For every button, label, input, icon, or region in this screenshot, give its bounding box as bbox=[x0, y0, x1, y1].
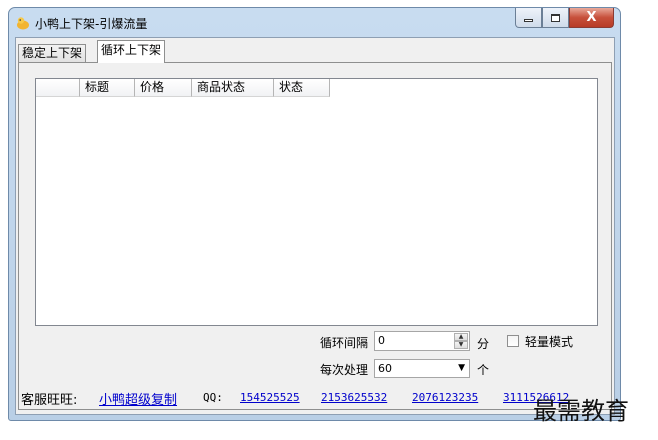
app-window: 小鸭上下架-引爆流量 X 稳定上下架 循环上下架 标题 价格 商品状态 状态 循… bbox=[8, 7, 621, 421]
interval-spinner[interactable]: 0 ▲ ▼ bbox=[374, 331, 470, 351]
interval-value[interactable]: 0 bbox=[378, 334, 385, 347]
spin-down-icon[interactable]: ▼ bbox=[454, 341, 468, 349]
column-header-title[interactable]: 标题 bbox=[80, 79, 135, 97]
tab-stable-listing[interactable]: 稳定上下架 bbox=[18, 44, 87, 62]
light-mode-checkbox[interactable] bbox=[507, 335, 519, 347]
title-bar[interactable]: 小鸭上下架-引爆流量 X bbox=[9, 8, 620, 36]
qq-link-1[interactable]: 154525525 bbox=[240, 391, 300, 404]
window-title: 小鸭上下架-引爆流量 bbox=[35, 17, 148, 31]
dropdown-arrow-icon[interactable]: ▼ bbox=[458, 363, 465, 373]
product-list[interactable]: 标题 价格 商品状态 状态 bbox=[35, 78, 598, 326]
client-area: 稳定上下架 循环上下架 标题 价格 商品状态 状态 循环间隔 0 ▲ ▼ 分 轻… bbox=[15, 37, 615, 415]
column-header-status[interactable]: 状态 bbox=[274, 79, 330, 97]
spinner-arrows: ▲ ▼ bbox=[454, 333, 468, 349]
qq-link-3[interactable]: 2076123235 bbox=[412, 391, 478, 404]
batch-label: 每次处理 bbox=[320, 363, 369, 377]
maximize-button[interactable] bbox=[542, 8, 569, 28]
interval-label: 循环间隔 bbox=[320, 336, 369, 350]
minimize-button[interactable] bbox=[515, 8, 542, 28]
batch-unit: 个 bbox=[477, 363, 490, 377]
batch-size-select[interactable]: 60 ▼ bbox=[374, 359, 470, 378]
minimize-icon bbox=[524, 19, 533, 22]
close-button[interactable]: X bbox=[569, 8, 614, 28]
qq-label: QQ: bbox=[203, 391, 223, 404]
close-icon: X bbox=[586, 10, 597, 25]
spin-up-icon[interactable]: ▲ bbox=[454, 333, 468, 341]
tab-cyclic-listing[interactable]: 循环上下架 bbox=[97, 40, 166, 63]
tab-panel-cyclic: 标题 价格 商品状态 状态 循环间隔 0 ▲ ▼ 分 轻量模式 每次处理 60 bbox=[18, 62, 612, 410]
interval-unit: 分 bbox=[477, 337, 490, 351]
list-header: 标题 价格 商品状态 状态 bbox=[36, 79, 330, 97]
maximize-icon bbox=[551, 13, 560, 22]
qq-link-2[interactable]: 2153625532 bbox=[321, 391, 387, 404]
caption-buttons: X bbox=[515, 8, 614, 28]
light-mode-label: 轻量模式 bbox=[525, 335, 574, 349]
column-header-blank[interactable] bbox=[36, 79, 80, 97]
column-header-price[interactable]: 价格 bbox=[135, 79, 192, 97]
service-label: 客服旺旺: bbox=[21, 393, 78, 408]
column-header-product-status[interactable]: 商品状态 bbox=[192, 79, 274, 97]
service-wangwang-link[interactable]: 小鸭超级复制 bbox=[99, 389, 177, 408]
watermark-text: 最需教育 bbox=[533, 397, 629, 425]
batch-size-value: 60 bbox=[378, 362, 392, 375]
duck-app-icon bbox=[16, 16, 30, 30]
